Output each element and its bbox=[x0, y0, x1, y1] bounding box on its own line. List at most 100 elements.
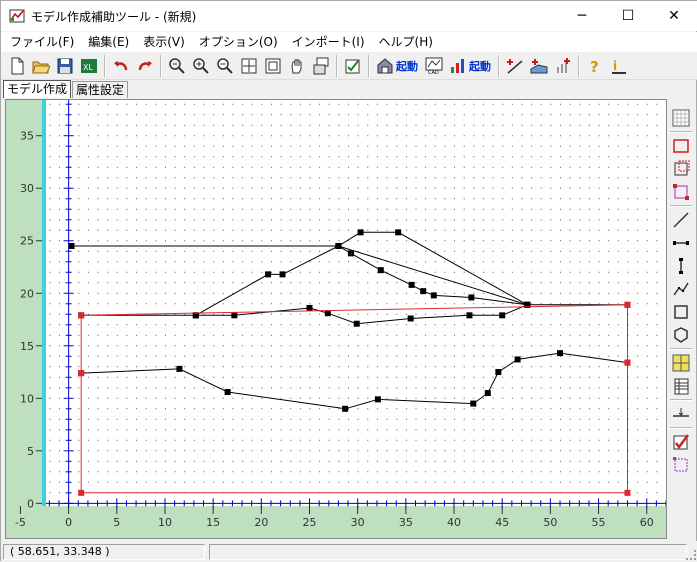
launch-label-1[interactable]: 起動 bbox=[396, 58, 418, 74]
resize-grip-icon[interactable] bbox=[686, 550, 696, 560]
maximize-button[interactable]: ☐ bbox=[605, 1, 651, 31]
tab-model[interactable]: モデル作成 bbox=[3, 80, 72, 98]
polyline-node bbox=[499, 312, 506, 319]
redo-icon[interactable] bbox=[134, 55, 156, 77]
x-tick-label: 45 bbox=[495, 516, 509, 529]
x-tick-label: 5 bbox=[113, 516, 120, 529]
polyline-node bbox=[176, 365, 183, 372]
material-fill-icon[interactable] bbox=[670, 352, 692, 374]
export-excel-icon[interactable]: XL bbox=[78, 55, 100, 77]
check-model-icon[interactable] bbox=[670, 431, 692, 453]
palette-separator bbox=[670, 205, 692, 207]
horizontal-line-icon[interactable] bbox=[670, 232, 692, 254]
toolbar-separator bbox=[578, 54, 580, 77]
check-edit-icon[interactable] bbox=[342, 55, 364, 77]
title-bar[interactable]: モデル作成補助ツール - (新規) ─ ☐ ✕ bbox=[1, 1, 697, 31]
polyline-node bbox=[347, 250, 354, 257]
polyline-node bbox=[342, 405, 349, 412]
zoom-window-icon[interactable] bbox=[262, 55, 284, 77]
polyline-node bbox=[353, 320, 360, 327]
polyline-node bbox=[495, 369, 502, 376]
undo-icon[interactable] bbox=[110, 55, 132, 77]
menu-help[interactable]: ヘルプ(H) bbox=[372, 32, 440, 52]
polyline-node bbox=[231, 312, 238, 319]
x-tick-label: 35 bbox=[399, 516, 413, 529]
pan-hand-icon[interactable] bbox=[286, 55, 308, 77]
help-icon[interactable]: ? bbox=[584, 55, 606, 77]
open-folder-icon[interactable] bbox=[30, 55, 52, 77]
fit-all-icon[interactable] bbox=[238, 55, 260, 77]
polyline-node bbox=[374, 396, 381, 403]
boundary-node bbox=[624, 489, 631, 496]
boundary-edit-icon[interactable] bbox=[670, 158, 692, 180]
zoom-out-icon[interactable] bbox=[214, 55, 236, 77]
svg-text:XL: XL bbox=[83, 63, 93, 72]
zoom-area-icon[interactable] bbox=[166, 55, 188, 77]
x-tick-label: 25 bbox=[303, 516, 317, 529]
boundary-node bbox=[624, 359, 631, 366]
house-calc-icon[interactable] bbox=[374, 55, 396, 77]
palette-separator bbox=[670, 131, 692, 133]
launch-label-2[interactable]: 起動 bbox=[469, 58, 491, 74]
toolbar-separator bbox=[498, 54, 500, 77]
window-title: モデル作成補助ツール - (新規) bbox=[31, 9, 197, 24]
svg-text:CAD: CAD bbox=[428, 70, 439, 75]
status-message-pane bbox=[209, 543, 687, 560]
polyline-node bbox=[514, 356, 521, 363]
menu-options[interactable]: オプション(O) bbox=[192, 32, 285, 52]
drawing-canvas[interactable]: -5 0 5 10 15 20 25 30 35 40 45 50 55 60 0 5 10 15 20 25 30 3… bbox=[5, 99, 667, 539]
water-level-icon[interactable] bbox=[670, 403, 692, 425]
minimize-button[interactable]: ─ bbox=[559, 1, 605, 31]
polyline-node bbox=[466, 312, 473, 319]
boundary-node bbox=[78, 312, 85, 319]
menu-edit[interactable]: 編集(E) bbox=[81, 32, 136, 52]
table-tool-icon[interactable] bbox=[670, 375, 692, 397]
polyline-node bbox=[430, 292, 437, 299]
menu-import[interactable]: インポート(I) bbox=[285, 32, 372, 52]
x-tick-label: 10 bbox=[158, 516, 172, 529]
y-tick-label: 5 bbox=[27, 445, 34, 458]
tab-attributes[interactable]: 属性設定 bbox=[72, 81, 129, 98]
polyline-node bbox=[395, 229, 402, 236]
palette-separator bbox=[670, 427, 692, 429]
import-line-icon[interactable] bbox=[504, 55, 526, 77]
bar-chart-icon[interactable] bbox=[447, 55, 469, 77]
import-layer-icon[interactable] bbox=[528, 55, 550, 77]
plot-background bbox=[6, 100, 666, 538]
context-help-icon[interactable]: i bbox=[608, 55, 630, 77]
svg-text:i: i bbox=[613, 59, 617, 73]
x-tick-label: 50 bbox=[543, 516, 557, 529]
menu-file[interactable]: ファイル(F) bbox=[3, 32, 81, 52]
line-tool-icon[interactable] bbox=[670, 209, 692, 231]
polyline-node bbox=[306, 304, 313, 311]
polyline-node bbox=[407, 315, 414, 322]
x-tick-label: 60 bbox=[640, 516, 654, 529]
x-tick-label: 55 bbox=[592, 516, 606, 529]
new-file-icon[interactable] bbox=[6, 55, 28, 77]
polyline-node bbox=[468, 294, 475, 301]
zoom-in-icon[interactable] bbox=[190, 55, 212, 77]
rectangle-tool-icon[interactable] bbox=[670, 301, 692, 323]
select-region-icon[interactable] bbox=[670, 454, 692, 476]
polyline-node bbox=[335, 243, 342, 249]
grid-tool-icon[interactable] bbox=[670, 107, 692, 129]
boundary-rect-icon[interactable] bbox=[670, 135, 692, 157]
boundary-node-icon[interactable] bbox=[670, 181, 692, 203]
y-tick-label: 35 bbox=[20, 130, 34, 143]
polygon-tool-icon[interactable] bbox=[670, 324, 692, 346]
coordinate-readout: ( 58.651, 33.348 ) bbox=[3, 543, 205, 560]
model-plot[interactable]: -5 0 5 10 15 20 25 30 35 40 45 50 55 60 0510152025303… bbox=[6, 100, 666, 538]
cad-icon[interactable]: CAD bbox=[423, 55, 445, 77]
palette-separator bbox=[670, 348, 692, 350]
layers-icon[interactable] bbox=[310, 55, 332, 77]
polyline-node bbox=[470, 400, 477, 407]
close-button[interactable]: ✕ bbox=[651, 1, 697, 31]
save-disk-icon[interactable] bbox=[54, 55, 76, 77]
y-tick-label: 0 bbox=[27, 497, 34, 510]
menu-view[interactable]: 表示(V) bbox=[136, 32, 192, 52]
polyline-node bbox=[377, 267, 384, 274]
polyline-tool-icon[interactable] bbox=[670, 278, 692, 300]
tool-palette bbox=[668, 106, 694, 506]
import-chart-icon[interactable] bbox=[552, 55, 574, 77]
vertical-line-icon[interactable] bbox=[670, 255, 692, 277]
